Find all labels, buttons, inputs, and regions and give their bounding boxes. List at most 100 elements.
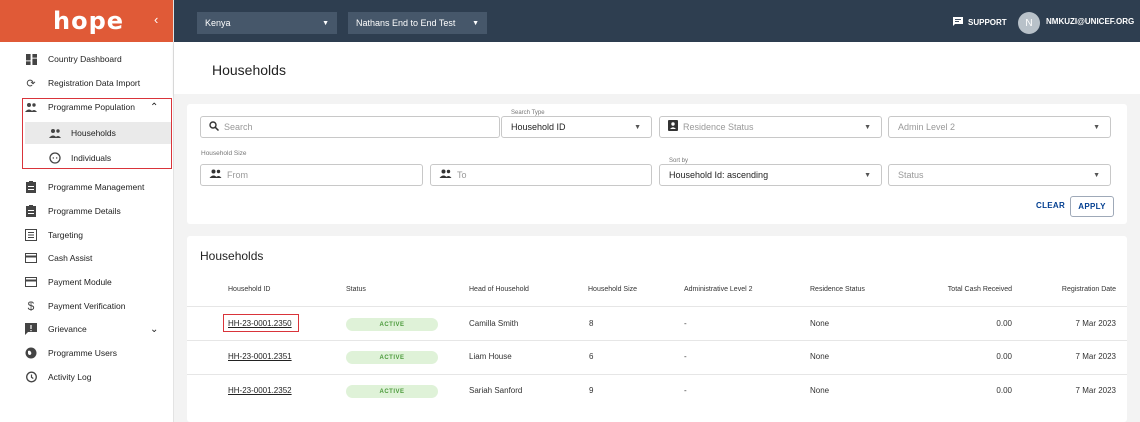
sidebar: hope ‹ Country Dashboard ⟳ Registration … bbox=[0, 0, 174, 422]
card-icon bbox=[25, 276, 37, 288]
divider bbox=[187, 374, 1127, 375]
admin-level-2: - bbox=[684, 352, 687, 361]
admin-level-placeholder: Admin Level 2 bbox=[898, 122, 956, 132]
household-id-link[interactable]: HH-23-0001.2352 bbox=[228, 386, 292, 395]
sidebar-item-label: Programme Details bbox=[48, 206, 121, 216]
caret-down-icon: ▼ bbox=[1093, 171, 1100, 179]
residence-status-select[interactable]: Residence Status ▼ bbox=[659, 116, 882, 138]
admin-level-select[interactable]: Admin Level 2 ▼ bbox=[888, 116, 1111, 138]
dollar-icon: $ bbox=[27, 299, 35, 313]
caret-down-icon: ▼ bbox=[472, 19, 479, 27]
column-header-registration-date[interactable]: Registration Date bbox=[1026, 286, 1116, 293]
sort-by-label: Sort by bbox=[667, 158, 691, 164]
page-header: Households bbox=[174, 42, 1140, 94]
support-button[interactable]: SUPPORT bbox=[953, 17, 1007, 28]
sync-icon: ⟳ bbox=[26, 77, 36, 90]
dashboard-icon bbox=[25, 53, 37, 65]
registration-date: 7 Mar 2023 bbox=[1075, 352, 1116, 361]
search-type-select[interactable]: Search Type Household ID ▼ bbox=[501, 110, 652, 138]
apply-button[interactable]: APPLY bbox=[1070, 196, 1114, 217]
head-of-household: Camilla Smith bbox=[469, 319, 519, 328]
search-placeholder: Search bbox=[224, 122, 253, 132]
sidebar-item-payment-verification[interactable]: $ Payment Verification bbox=[0, 295, 174, 317]
column-header-admin-level-2[interactable]: Administrative Level 2 bbox=[684, 286, 752, 293]
sidebar-item-programme-details[interactable]: Programme Details bbox=[0, 200, 174, 222]
column-header-head-of-household[interactable]: Head of Household bbox=[469, 286, 529, 293]
household-size: 9 bbox=[589, 386, 594, 395]
sidebar-item-label: Programme Users bbox=[48, 348, 117, 358]
clear-button[interactable]: CLEAR bbox=[1036, 201, 1065, 210]
search-type-label: Search Type bbox=[509, 110, 547, 116]
household-size-to[interactable]: To bbox=[430, 164, 652, 186]
clipboard-icon bbox=[25, 181, 37, 193]
household-id-link[interactable]: HH-23-0001.2351 bbox=[228, 352, 292, 361]
residence-status: None bbox=[810, 386, 830, 395]
highlight-household-id bbox=[223, 314, 299, 332]
chevron-down-icon: ⌄ bbox=[150, 323, 159, 335]
country-selector[interactable]: Kenya ▼ bbox=[197, 12, 337, 34]
card-icon bbox=[25, 252, 37, 264]
column-header-residence-status[interactable]: Residence Status bbox=[810, 286, 865, 293]
head-of-household: Liam House bbox=[469, 352, 512, 361]
sidebar-item-programme-management[interactable]: Programme Management bbox=[0, 176, 174, 198]
to-placeholder: To bbox=[457, 170, 467, 180]
sidebar-item-country-dashboard[interactable]: Country Dashboard bbox=[0, 48, 174, 70]
top-bar: Kenya ▼ Nathans End to End Test ▼ SUPPOR… bbox=[174, 0, 1140, 42]
sidebar-item-targeting[interactable]: Targeting bbox=[0, 224, 174, 246]
status-select[interactable]: Status ▼ bbox=[888, 164, 1111, 186]
sidebar-item-activity-log[interactable]: Activity Log bbox=[0, 366, 174, 388]
logo-bar: hope ‹ bbox=[0, 0, 173, 42]
household-size-from[interactable]: From bbox=[200, 164, 423, 186]
total-cash: 0.00 bbox=[996, 386, 1012, 395]
column-header-household-size[interactable]: Household Size bbox=[588, 286, 637, 293]
sidebar-item-payment-module[interactable]: Payment Module bbox=[0, 271, 174, 293]
avatar[interactable]: N bbox=[1018, 12, 1040, 34]
sidebar-item-label: Targeting bbox=[48, 230, 83, 240]
list-icon bbox=[25, 229, 37, 241]
sidebar-item-grievance[interactable]: Grievance ⌄ bbox=[0, 318, 174, 340]
column-header-status[interactable]: Status bbox=[346, 286, 366, 293]
household-size: 8 bbox=[589, 319, 594, 328]
sidebar-item-registration-data-import[interactable]: ⟳ Registration Data Import bbox=[0, 72, 174, 94]
admin-level-2: - bbox=[684, 319, 687, 328]
column-header-total-cash[interactable]: Total Cash Received bbox=[912, 286, 1012, 293]
sidebar-item-label: Payment Verification bbox=[48, 301, 126, 311]
caret-down-icon: ▼ bbox=[634, 123, 641, 131]
status-badge: ACTIVE bbox=[346, 318, 438, 331]
sidebar-item-label: Programme Management bbox=[48, 182, 145, 192]
page-title: Households bbox=[212, 62, 286, 78]
caret-down-icon: ▼ bbox=[1093, 123, 1100, 131]
sidebar-item-label: Country Dashboard bbox=[48, 54, 122, 64]
admin-level-2: - bbox=[684, 386, 687, 395]
caret-down-icon: ▼ bbox=[322, 19, 329, 27]
search-icon bbox=[209, 120, 220, 134]
programme-selector[interactable]: Nathans End to End Test ▼ bbox=[348, 12, 487, 34]
hope-logo[interactable]: hope bbox=[53, 7, 124, 35]
globe-icon bbox=[25, 347, 37, 359]
status-badge: ACTIVE bbox=[346, 385, 438, 398]
sidebar-item-programme-users[interactable]: Programme Users bbox=[0, 342, 174, 364]
registration-date: 7 Mar 2023 bbox=[1075, 386, 1116, 395]
highlight-programme-population bbox=[22, 98, 172, 169]
status-placeholder: Status bbox=[898, 170, 924, 180]
search-input[interactable]: Search bbox=[200, 116, 500, 138]
chevron-left-icon[interactable]: ‹ bbox=[154, 12, 158, 27]
programme-selector-value: Nathans End to End Test bbox=[356, 18, 456, 28]
residence-status-placeholder: Residence Status bbox=[683, 122, 754, 132]
search-type-value: Household ID bbox=[511, 122, 566, 132]
sidebar-item-label: Payment Module bbox=[48, 277, 112, 287]
sort-by-select[interactable]: Sort by Household Id: ascending ▼ bbox=[659, 158, 882, 186]
people-icon bbox=[209, 169, 222, 181]
sidebar-item-cash-assist[interactable]: Cash Assist bbox=[0, 247, 174, 269]
sidebar-item-label: Registration Data Import bbox=[48, 78, 141, 88]
household-size-label: Household Size bbox=[201, 150, 247, 157]
support-label: SUPPORT bbox=[968, 18, 1007, 27]
sidebar-item-label: Grievance bbox=[48, 324, 87, 334]
registration-date: 7 Mar 2023 bbox=[1075, 319, 1116, 328]
country-selector-value: Kenya bbox=[205, 18, 231, 28]
user-email[interactable]: NMKUZI@UNICEF.ORG bbox=[1046, 17, 1134, 26]
column-header-household-id[interactable]: Household ID bbox=[228, 286, 270, 293]
sort-by-value: Household Id: ascending bbox=[669, 170, 769, 180]
residence-status: None bbox=[810, 319, 830, 328]
total-cash: 0.00 bbox=[996, 352, 1012, 361]
